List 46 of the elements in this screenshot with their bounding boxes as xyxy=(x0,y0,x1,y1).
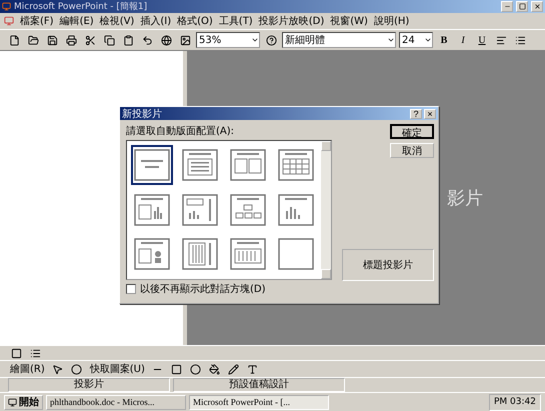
layout-prompt: 請選取自動版面配置(A): xyxy=(126,124,236,138)
caret-icon xyxy=(424,36,432,44)
close-button[interactable]: × xyxy=(424,108,436,118)
maximize-icon xyxy=(518,3,526,10)
minimize-icon xyxy=(504,3,510,10)
menu-item[interactable]: 檢視(V) xyxy=(100,14,134,28)
ok-button[interactable]: 確定 xyxy=(390,124,434,139)
minimize-button[interactable] xyxy=(501,1,513,12)
app-icon xyxy=(2,2,11,11)
checkbox[interactable] xyxy=(126,284,136,294)
start-button[interactable]: 開始 xyxy=(4,394,43,410)
bold-button[interactable]: B xyxy=(436,32,452,48)
font-dropdown[interactable]: 新細明體 xyxy=(282,32,396,48)
help-button[interactable]: ? xyxy=(410,108,422,118)
window-title: Microsoft PowerPoint - [簡報1] xyxy=(14,0,148,13)
dialog-title: 新投影片 xyxy=(122,108,162,120)
slide-text: 影片 xyxy=(447,187,483,210)
menu-item[interactable]: 投影片放映(D) xyxy=(258,14,324,28)
taskbar-button[interactable]: phlthandbook.doc - Micros... xyxy=(46,394,186,410)
close-icon xyxy=(534,3,540,10)
close-button[interactable] xyxy=(531,1,543,12)
italic-button[interactable]: I xyxy=(455,32,471,48)
font-size-dropdown[interactable]: 24 xyxy=(399,32,433,48)
clock: PM 03:42 xyxy=(494,397,536,407)
menu-item[interactable]: 格式(O) xyxy=(177,14,213,28)
status-slide: 投影片 xyxy=(8,378,170,392)
caret-icon xyxy=(251,36,259,44)
checkbox-label: 以後不再顯示此對話方塊(D) xyxy=(140,282,266,296)
menu-item[interactable]: 插入(I) xyxy=(140,14,172,28)
caret-icon xyxy=(387,36,395,44)
taskbar-button[interactable]: Microsoft PowerPoint - [... xyxy=(189,394,329,410)
cancel-button[interactable]: 取消 xyxy=(390,143,434,158)
menu-item[interactable]: 視窗(W) xyxy=(330,14,368,28)
menu-item[interactable]: 工具(T) xyxy=(218,14,253,28)
scrollbar[interactable] xyxy=(321,141,331,279)
menu-item[interactable]: 檔案(F) xyxy=(20,14,54,28)
maximize-button[interactable] xyxy=(516,1,528,12)
menu-item[interactable]: 說明(H) xyxy=(374,14,410,28)
draw-menu-button[interactable]: 繪圖(R) xyxy=(8,362,47,376)
zoom-dropdown[interactable]: 53% xyxy=(196,32,260,48)
menu-item[interactable]: 編輯(E) xyxy=(60,14,94,28)
layout-preview: 標題投影片 xyxy=(342,249,434,281)
autoshapes-menu-button[interactable]: 快取圖案(U) xyxy=(88,362,147,376)
layout-thumbnail[interactable] xyxy=(131,145,173,185)
status-design: 預設值稿設計 xyxy=(173,378,345,392)
underline-button[interactable]: U xyxy=(474,32,490,48)
